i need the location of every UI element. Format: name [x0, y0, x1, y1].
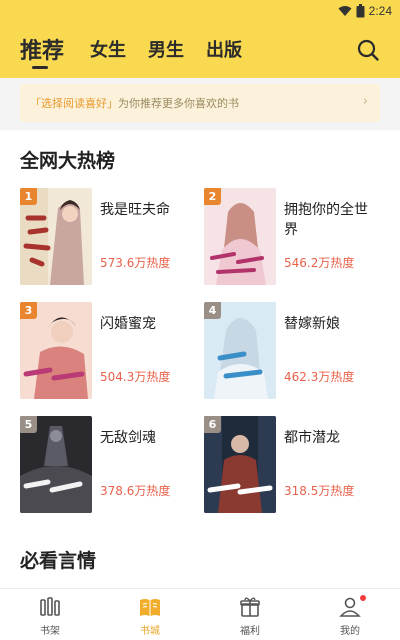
nav-welfare[interactable]: 福利: [220, 595, 280, 637]
book-heat: 378.6万热度: [100, 484, 171, 498]
nav-bookshelf[interactable]: 书架: [20, 595, 80, 637]
status-bar: 2:24: [0, 0, 400, 22]
nav-label: 书架: [40, 626, 60, 637]
gift-icon: [240, 597, 260, 617]
book-cover[interactable]: 2: [204, 188, 276, 285]
bookshelf-icon: [40, 597, 60, 616]
book-item[interactable]: 2 拥抱你的全世界 546.2万热度: [204, 188, 384, 288]
book-title[interactable]: 拥抱你的全世界: [284, 200, 380, 240]
book-city-icon: [140, 599, 160, 616]
ranking-card: 全网大热榜 1 我是旺夫命 573.6万热度 2 拥抱你的全世界 546.2万热…: [0, 130, 400, 588]
wifi-icon: [338, 6, 352, 16]
rank-badge: 3: [20, 302, 37, 319]
book-item[interactable]: 5 无敌剑魂 378.6万热度: [20, 416, 200, 516]
tab-female[interactable]: 女生: [90, 36, 126, 62]
tab-male[interactable]: 男生: [148, 36, 184, 62]
profile-icon: [339, 597, 361, 617]
reading-preference-banner[interactable]: 「选择阅读喜好」为你推荐更多你喜欢的书 ›: [20, 84, 380, 122]
main-content[interactable]: 「选择阅读喜好」为你推荐更多你喜欢的书 › 全网大热榜 1 我是旺夫命 573.…: [0, 78, 400, 588]
chevron-right-icon: ›: [362, 94, 368, 109]
book-title[interactable]: 闪婚蜜宠: [100, 314, 196, 334]
rank-badge: 6: [204, 416, 221, 433]
nav-label: 我的: [340, 626, 360, 637]
book-item[interactable]: 3 闪婚蜜宠 504.3万热度: [20, 302, 200, 402]
book-item[interactable]: 1 我是旺夫命 573.6万热度: [20, 188, 200, 288]
search-icon[interactable]: [356, 38, 380, 62]
book-heat: 573.6万热度: [100, 256, 171, 270]
nav-label: 福利: [240, 626, 260, 637]
rank-badge: 1: [20, 188, 37, 205]
rank-badge: 2: [204, 188, 221, 205]
rank-badge: 4: [204, 302, 221, 319]
nav-label: 书城: [140, 626, 160, 637]
notification-dot: [360, 595, 366, 601]
bottom-navigation: 书架 书城 福利 我的: [0, 588, 400, 640]
book-cover[interactable]: 6: [204, 416, 276, 513]
nav-book-city[interactable]: 书城: [120, 595, 180, 637]
book-heat: 318.5万热度: [284, 484, 355, 498]
book-title[interactable]: 我是旺夫命: [100, 200, 196, 220]
book-heat: 546.2万热度: [284, 256, 355, 270]
tab-publish[interactable]: 出版: [206, 36, 242, 62]
section-title-must-read-romance: 必看言情: [20, 550, 97, 572]
nav-profile[interactable]: 我的: [320, 595, 380, 637]
book-title[interactable]: 替嫁新娘: [284, 314, 380, 334]
status-indicators: 2:24: [338, 3, 392, 19]
rank-badge: 5: [20, 416, 37, 433]
banner-text: 「选择阅读喜好」为你推荐更多你喜欢的书: [30, 95, 239, 111]
book-item[interactable]: 6 都市潜龙 318.5万热度: [204, 416, 384, 516]
book-title[interactable]: 都市潜龙: [284, 428, 380, 448]
book-heat: 462.3万热度: [284, 370, 355, 384]
book-title[interactable]: 无敌剑魂: [100, 428, 196, 448]
status-time: 2:24: [368, 4, 392, 18]
book-heat: 504.3万热度: [100, 370, 171, 384]
banner-description: 为你推荐更多你喜欢的书: [118, 97, 239, 110]
top-navigation: 推荐 女生 男生 出版: [0, 22, 400, 78]
book-cover[interactable]: 5: [20, 416, 92, 513]
book-cover[interactable]: 3: [20, 302, 92, 399]
book-item[interactable]: 4 替嫁新娘 462.3万热度: [204, 302, 384, 402]
banner-highlight: 「选择阅读喜好」: [30, 97, 118, 110]
battery-icon: [356, 4, 365, 18]
book-cover[interactable]: 4: [204, 302, 276, 399]
section-title-hot: 全网大热榜: [20, 150, 116, 172]
tab-recommend[interactable]: 推荐: [20, 33, 64, 65]
book-cover[interactable]: 1: [20, 188, 92, 285]
active-tab-indicator: [32, 66, 48, 69]
